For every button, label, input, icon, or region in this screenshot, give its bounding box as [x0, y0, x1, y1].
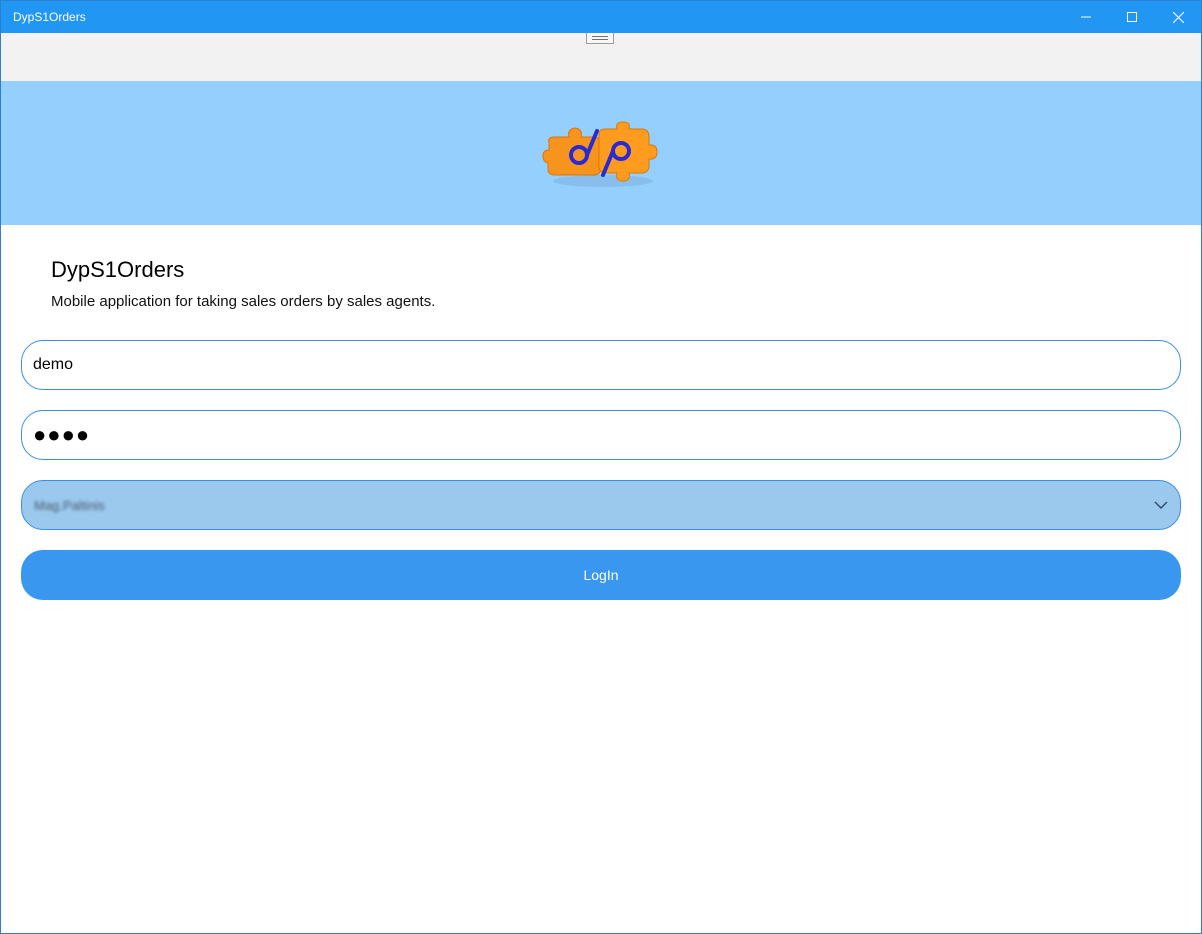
username-field[interactable]: demo	[21, 340, 1181, 390]
window-controls	[1063, 1, 1201, 33]
password-field[interactable]: ●●●●	[21, 410, 1181, 460]
maximize-button[interactable]	[1109, 1, 1155, 33]
username-value: demo	[33, 356, 74, 373]
minimize-icon	[1081, 16, 1091, 18]
menu-handle-icon[interactable]	[586, 33, 614, 44]
navigation-strip	[1, 33, 1201, 81]
login-button[interactable]: LogIn	[21, 550, 1181, 600]
login-content: DypS1Orders Mobile application for takin…	[1, 256, 1201, 600]
close-icon	[1172, 11, 1184, 23]
title-bar[interactable]: DypS1Orders	[1, 1, 1201, 33]
store-select[interactable]: Mag.Paltinis	[21, 480, 1181, 530]
window-title: DypS1Orders	[13, 10, 86, 24]
app-window: DypS1Orders DypS1Orders Mobile applicati…	[0, 0, 1202, 934]
store-selected-value: Mag.Paltinis	[34, 497, 105, 513]
maximize-icon	[1127, 12, 1137, 22]
app-heading: DypS1Orders	[51, 257, 185, 282]
minimize-button[interactable]	[1063, 1, 1109, 33]
chevron-down-icon	[1154, 501, 1168, 509]
close-button[interactable]	[1155, 1, 1201, 33]
app-description: Mobile application for taking sales orde…	[51, 293, 436, 310]
login-button-label: LogIn	[583, 567, 619, 583]
password-value: ●●●●	[33, 422, 91, 447]
header-banner	[1, 81, 1201, 225]
puzzle-logo-icon	[542, 121, 658, 187]
